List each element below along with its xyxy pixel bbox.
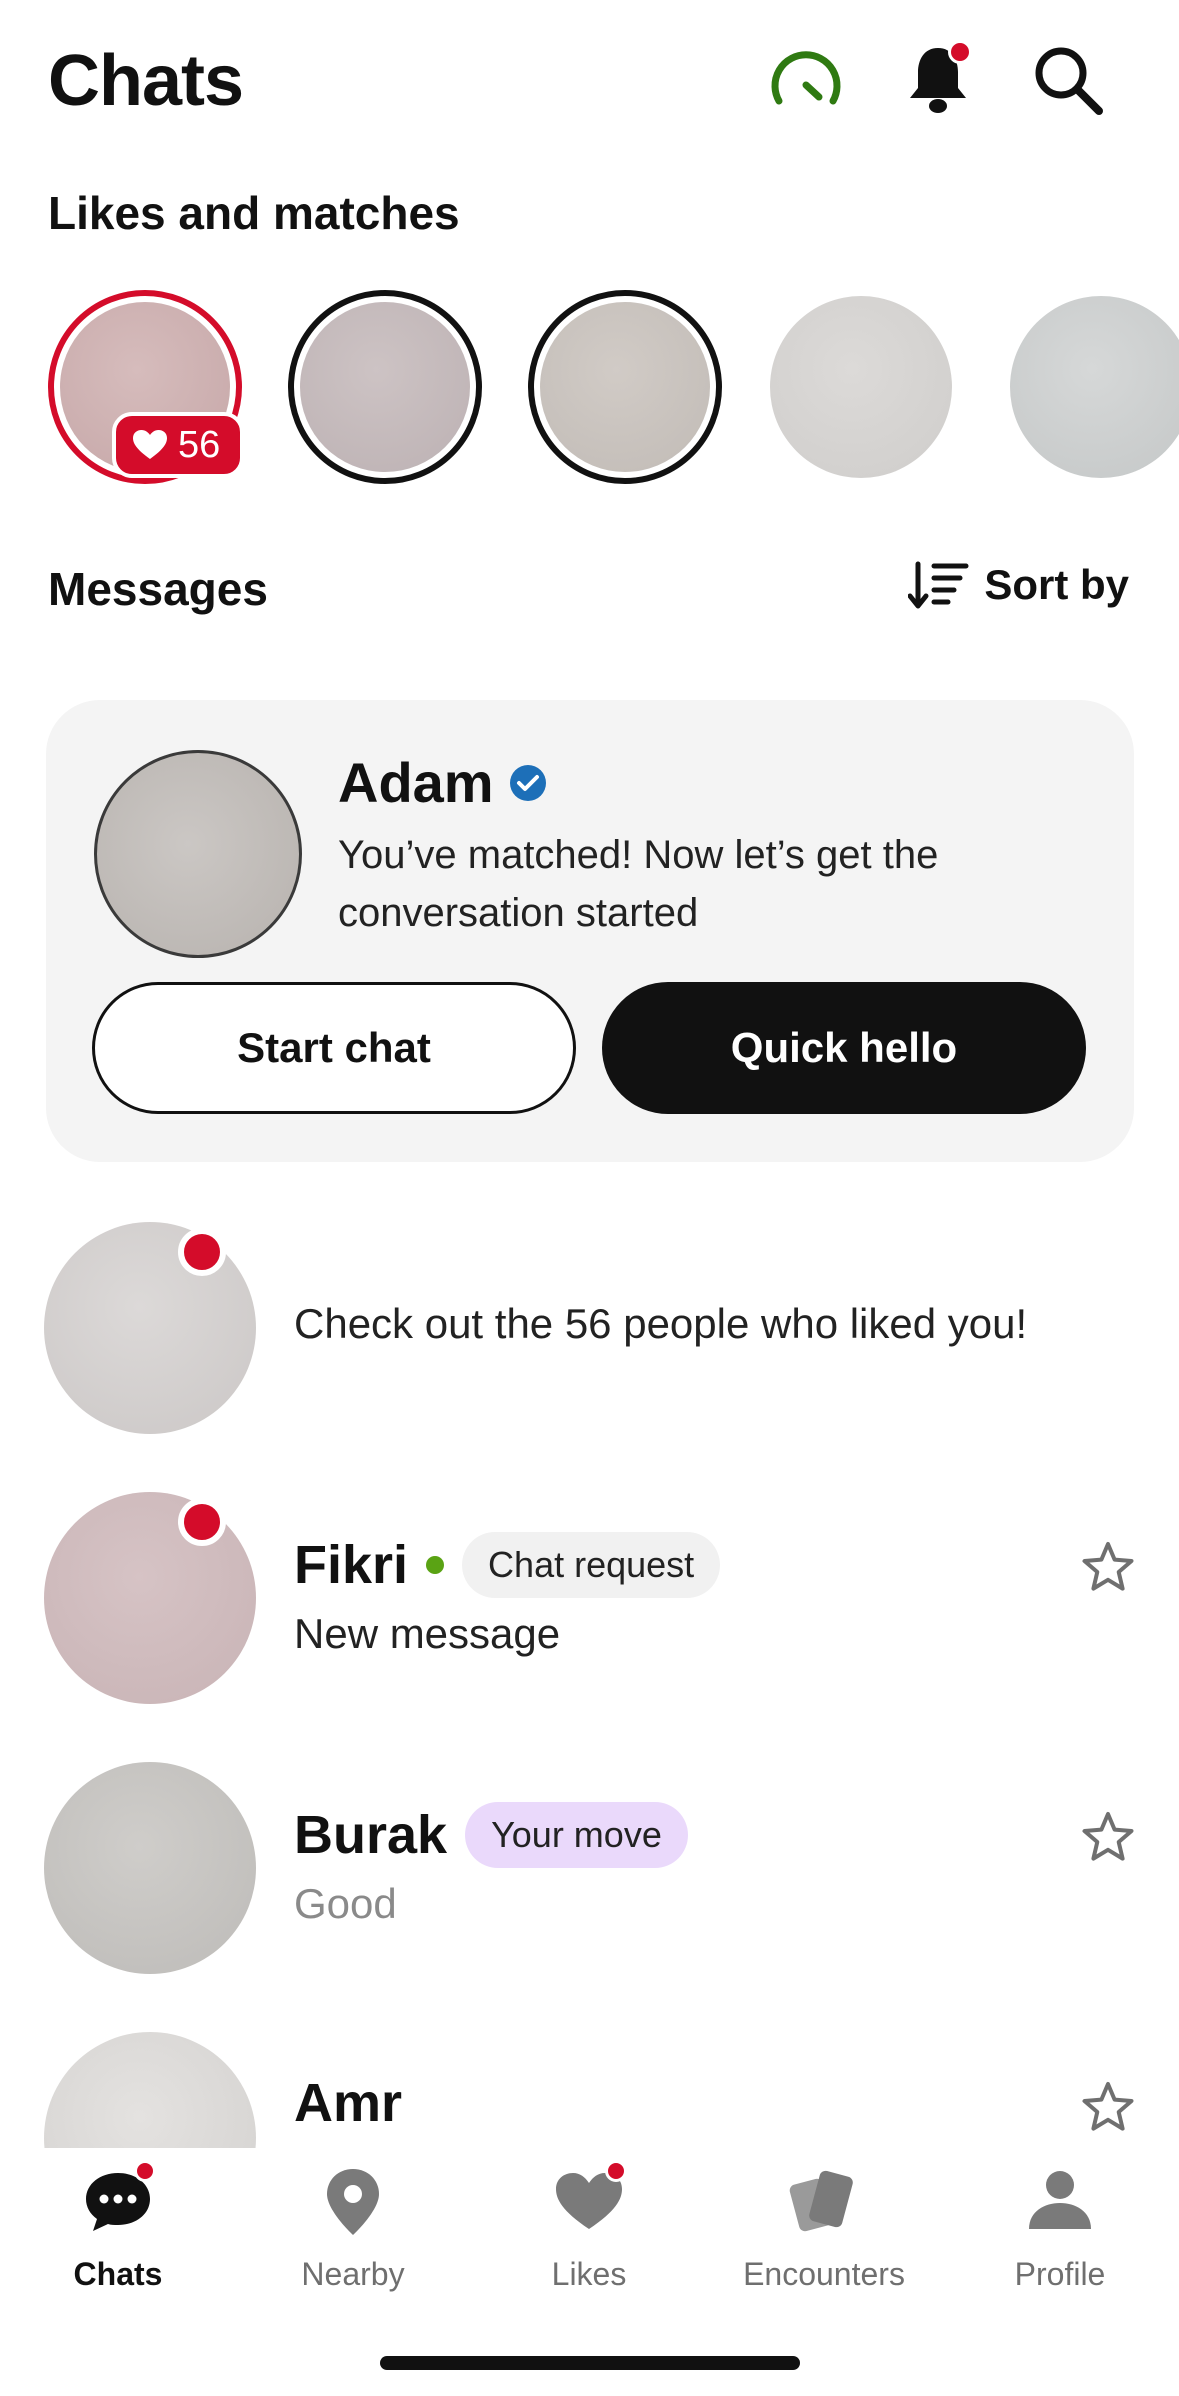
tab-profile[interactable]: Profile [942,2162,1178,2293]
list-item[interactable]: Amr [0,2032,1179,2148]
match-avatar[interactable] [288,290,482,484]
list-item[interactable]: Fikri Chat request New message [0,1492,1179,1712]
match-avatar[interactable] [770,296,952,478]
match-avatar[interactable] [528,290,722,484]
page-title: Chats [48,41,244,121]
contact-name-row: Fikri Chat request [294,1532,721,1598]
messages-section-title: Messages [48,563,268,615]
message-preview: Check out the 56 people who liked you! [294,1300,1028,1347]
notification-dot [605,2160,627,2182]
cards-icon [789,2170,853,2232]
message-preview: Good [294,1880,397,1927]
avatar [44,1762,256,1974]
likes-carousel[interactable]: 56 [0,290,1179,490]
search-button[interactable] [1028,40,1108,120]
new-match-card: Adam You’ve matched! Now let’s get the c… [46,700,1134,1162]
heart-icon [133,430,167,459]
sort-button[interactable]: Sort by [908,560,1129,610]
tab-encounters[interactable]: Encounters [706,2162,942,2293]
match-message: You’ve matched! Now let’s get the conver… [338,833,939,935]
sort-icon [908,561,969,609]
avatar [44,1222,256,1434]
avatar[interactable] [94,750,302,958]
contact-name-row: Amr [294,2073,403,2133]
likes-count-badge: 56 [112,412,245,478]
search-icon [1035,47,1103,115]
speedometer-button[interactable] [766,40,846,120]
avatar [44,2032,256,2148]
likes-section-title: Likes and matches [48,187,460,239]
location-pin-icon [327,2169,379,2235]
avatar [44,1492,256,1704]
match-name-row: Adam [338,750,548,815]
notification-dot [134,2160,156,2182]
star-icon[interactable] [1080,1810,1136,1866]
online-status-dot [426,1556,445,1574]
list-item[interactable]: Check out the 56 people who liked you! [0,1222,1179,1442]
status-badge: Your move [465,1802,688,1868]
message-preview: New message [294,1610,561,1657]
tab-chats[interactable]: Chats [0,2160,236,2293]
star-icon[interactable] [1080,2080,1136,2136]
status-badge: Chat request [462,1532,721,1598]
contact-name-row: Burak Your move [294,1802,688,1868]
notifications-button[interactable] [898,40,978,120]
header: Chats [0,0,1179,170]
quick-hello-button[interactable]: Quick hello [602,982,1086,1114]
unread-dot [178,1228,226,1276]
home-indicator[interactable] [380,2356,800,2370]
unread-dot [178,1498,226,1546]
start-chat-button[interactable]: Start chat [92,982,576,1114]
notification-dot [948,40,972,64]
tab-likes[interactable]: Likes [471,2160,707,2293]
list-item[interactable]: Burak Your move Good [0,1762,1179,1982]
verified-icon [509,764,546,801]
star-icon[interactable] [1080,1540,1136,1596]
tab-nearby[interactable]: Nearby [235,2162,471,2293]
speedometer-icon [771,51,841,105]
match-avatar[interactable] [1010,296,1179,478]
person-icon [1029,2171,1091,2229]
